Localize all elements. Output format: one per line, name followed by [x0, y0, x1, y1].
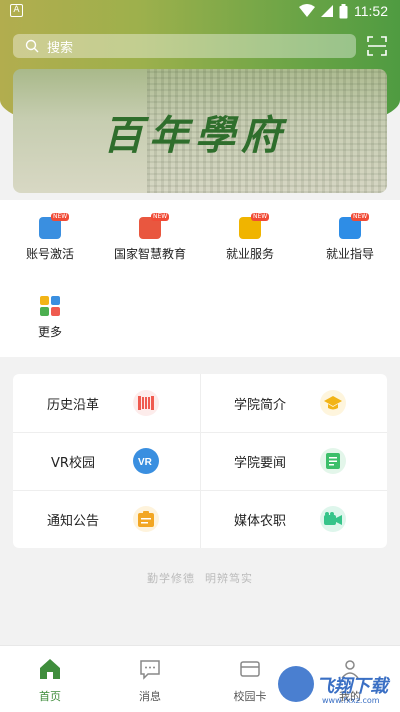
- history-icon: [133, 390, 159, 416]
- search-bar[interactable]: 搜索: [13, 34, 356, 58]
- quick-links-grid: NEW 账号激活 NEW 国家智慧教育 NEW 就业服务 NEW 就业指导 更多: [0, 200, 400, 357]
- vr-icon: VR: [133, 448, 159, 474]
- quick-link-account-activate[interactable]: NEW 账号激活: [0, 200, 100, 262]
- quick-link-label: 更多: [37, 325, 62, 339]
- message-icon: [140, 660, 160, 680]
- quick-link-employment-service[interactable]: NEW 就业服务: [200, 200, 300, 262]
- more-grid-icon: [40, 296, 60, 316]
- quick-link-label: 就业指导: [325, 247, 374, 261]
- quick-link-more[interactable]: 更多: [0, 278, 100, 340]
- news-icon: [320, 448, 346, 474]
- quick-link-employment-guide[interactable]: NEW 就业指导: [300, 200, 400, 262]
- search-placeholder: 搜索: [47, 40, 74, 56]
- notification-indicator: A: [10, 4, 23, 17]
- quick-link-smart-education[interactable]: NEW 国家智慧教育: [100, 200, 200, 262]
- feature-notice[interactable]: 通知公告: [13, 490, 200, 548]
- smart-education-icon: NEW: [139, 213, 170, 239]
- svg-text:VR: VR: [138, 457, 153, 467]
- quick-link-label: 账号激活: [25, 247, 74, 261]
- school-motto: 勤学修德 明辨笃实: [147, 572, 253, 585]
- feature-college-news[interactable]: 学院要闻: [200, 432, 387, 490]
- battery-icon: [339, 3, 348, 18]
- tab-home[interactable]: 首页: [0, 646, 100, 712]
- graduation-cap-icon: [320, 390, 346, 416]
- feature-history[interactable]: 历史沿革: [13, 374, 200, 432]
- feature-college-intro[interactable]: 学院简介: [200, 374, 387, 432]
- banner[interactable]: 百年學府: [13, 69, 387, 193]
- employment-service-icon: NEW: [239, 213, 270, 239]
- watermark: 飞翔下载 www.fxxz.com: [278, 666, 390, 710]
- status-time: 11:52: [354, 3, 388, 19]
- watermark-logo-icon: [278, 666, 314, 702]
- video-camera-icon: [320, 506, 346, 532]
- notice-icon: [133, 506, 159, 532]
- search-icon: [25, 39, 39, 53]
- quick-link-label: 国家智慧教育: [113, 247, 186, 261]
- status-bar: A 11:52: [0, 0, 400, 24]
- feature-vr-campus[interactable]: VR校园 VR: [13, 432, 200, 490]
- account-activate-icon: NEW: [39, 213, 70, 239]
- home-icon: [40, 659, 60, 679]
- tab-messages[interactable]: 消息: [100, 646, 200, 712]
- campus-card-icon: [240, 661, 260, 677]
- employment-guide-icon: NEW: [339, 213, 370, 239]
- banner-title: 百年學府: [103, 112, 287, 159]
- quick-link-label: 就业服务: [225, 247, 274, 261]
- feature-card: 历史沿革 学院简介 VR校园 VR 学院要闻 通知公告 媒体农职: [13, 374, 387, 548]
- scan-icon[interactable]: [367, 36, 387, 56]
- wifi-icon: [299, 4, 315, 17]
- signal-icon: [321, 5, 333, 17]
- feature-media[interactable]: 媒体农职: [200, 490, 387, 548]
